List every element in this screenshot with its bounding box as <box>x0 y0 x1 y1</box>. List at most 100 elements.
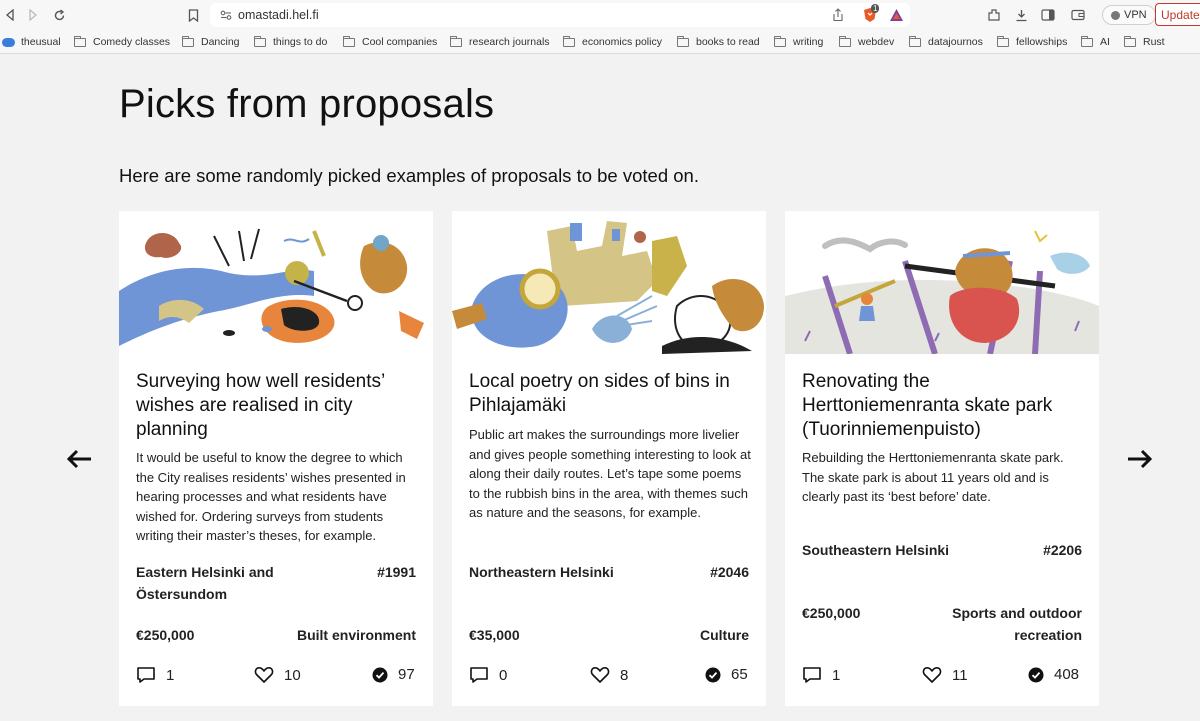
download-icon[interactable] <box>1012 6 1030 24</box>
vpn-status-icon <box>1111 10 1120 20</box>
bookmark-folder[interactable]: Rust <box>1124 35 1165 49</box>
bookmark-label: theusual <box>21 36 61 48</box>
url-text: omastadi.hel.fi <box>238 8 319 22</box>
proposal-card[interactable]: Renovating the Herttoniemenranta skate p… <box>785 211 1099 706</box>
votes-count: 65 <box>705 666 748 683</box>
bookmark-label: webdev <box>858 36 895 48</box>
shield-badge: 1 <box>871 4 880 13</box>
folder-icon <box>74 35 86 47</box>
comments-count[interactable]: 1 <box>802 666 840 684</box>
folder-icon <box>343 35 355 47</box>
bookmark-folder[interactable]: writing <box>774 35 823 49</box>
folder-icon <box>254 35 266 47</box>
votes-count: 408 <box>1028 666 1079 683</box>
proposal-theme: Sports and outdoor recreation <box>952 605 1082 643</box>
bookmark-label: datajournos <box>928 36 983 48</box>
proposal-illustration <box>119 211 433 354</box>
bookmark-folder[interactable]: books to read <box>677 35 760 49</box>
votes-value: 408 <box>1054 666 1080 683</box>
heart-icon <box>254 667 274 683</box>
bookmark-label: AI <box>1100 36 1110 48</box>
proposal-title[interactable]: Renovating the Herttoniemenranta skate p… <box>802 370 1087 442</box>
proposal-card[interactable]: Surveying how well residents’ wishes are… <box>119 211 433 706</box>
next-arrow-button[interactable] <box>1124 444 1154 474</box>
bookmark-folder[interactable]: fellowships <box>997 35 1067 49</box>
folder-icon <box>997 35 1009 47</box>
bookmark-folder[interactable]: things to do <box>254 35 327 49</box>
bookmark-folder[interactable]: Comedy classes <box>74 35 170 49</box>
wallet-icon[interactable] <box>1069 6 1087 24</box>
folder-icon <box>909 35 921 47</box>
extensions-icon[interactable] <box>985 6 1003 24</box>
forward-icon[interactable] <box>24 6 42 24</box>
comments-count[interactable]: 0 <box>469 666 507 684</box>
bookmark-folder[interactable]: Dancing <box>182 35 240 49</box>
proposal-stats: 1 10 97 <box>119 666 433 688</box>
bookmark-folder[interactable]: AI <box>1081 35 1110 49</box>
likes-count[interactable]: 8 <box>590 666 628 684</box>
proposal-title[interactable]: Surveying how well residents’ wishes are… <box>136 370 421 442</box>
brave-shield-icon[interactable]: 1 <box>862 4 880 23</box>
heart-icon <box>922 667 942 683</box>
votes-value: 65 <box>731 666 748 683</box>
comments-count[interactable]: 1 <box>136 666 174 684</box>
previous-arrow-button[interactable] <box>65 444 95 474</box>
bookmark-folder[interactable]: Cool companies <box>343 35 437 49</box>
bookmark-label: things to do <box>273 36 328 48</box>
proposal-illustration <box>785 211 1099 354</box>
proposal-title[interactable]: Local poetry on sides of bins in Pihlaja… <box>469 370 754 418</box>
bookmarks-bar: theusual Comedy classes Dancing things t… <box>0 30 1200 54</box>
proposal-district: Eastern Helsinki and Östersundom <box>136 564 274 602</box>
folder-icon <box>182 35 194 47</box>
folder-icon <box>677 35 689 47</box>
bookmark-label: economics policy <box>582 36 662 48</box>
bookmark-label: Cool companies <box>362 36 438 48</box>
likes-count[interactable]: 11 <box>922 666 968 684</box>
proposal-illustration <box>452 211 766 354</box>
cloud-icon <box>2 37 15 47</box>
likes-count[interactable]: 10 <box>254 666 301 684</box>
sidebar-icon[interactable] <box>1039 6 1057 24</box>
arrow-left-icon <box>66 449 91 469</box>
check-circle-icon <box>1028 667 1044 682</box>
bookmark-label: research journals <box>469 36 550 48</box>
page-title: Picks from proposals <box>119 82 495 126</box>
proposal-budget: €250,000 <box>802 605 861 621</box>
proposal-district: Southeastern Helsinki <box>802 542 950 558</box>
check-circle-icon <box>705 667 721 682</box>
bookmark-folder[interactable]: research journals <box>450 35 550 49</box>
votes-count: 97 <box>372 666 415 683</box>
brave-rewards-icon[interactable] <box>889 8 904 22</box>
folder-icon <box>1081 35 1093 47</box>
likes-value: 8 <box>620 666 629 684</box>
proposal-card[interactable]: Local poetry on sides of bins in Pihlaja… <box>452 211 766 706</box>
bookmark-label: Comedy classes <box>93 36 171 48</box>
back-icon[interactable] <box>1 6 19 24</box>
proposal-number: #1991 <box>377 564 416 580</box>
bookmark-item[interactable]: theusual <box>2 35 61 49</box>
proposal-number: #2046 <box>710 564 749 580</box>
site-settings-icon[interactable] <box>220 9 232 21</box>
page-intro: Here are some randomly picked examples o… <box>119 165 699 186</box>
vpn-button[interactable]: VPN <box>1102 5 1156 25</box>
bookmark-folder[interactable]: webdev <box>839 35 894 49</box>
address-bar[interactable]: omastadi.hel.fi 1 <box>210 3 910 27</box>
proposal-description: Public art makes the surroundings more l… <box>469 427 751 521</box>
bookmark-folder[interactable]: datajournos <box>909 35 983 49</box>
update-button[interactable]: Update <box>1155 3 1200 26</box>
arrow-right-icon <box>1128 449 1153 469</box>
comment-icon <box>137 667 155 683</box>
bookmark-page-icon[interactable] <box>184 6 202 24</box>
proposal-number: #2206 <box>1043 542 1082 558</box>
proposal-theme: Culture <box>700 627 749 643</box>
comment-icon <box>470 667 488 683</box>
proposal-budget: €250,000 <box>136 627 195 643</box>
share-icon[interactable] <box>832 8 844 22</box>
reload-icon[interactable] <box>50 6 68 24</box>
votes-value: 97 <box>398 666 415 683</box>
folder-icon <box>839 35 851 47</box>
bookmark-folder[interactable]: economics policy <box>563 35 662 49</box>
proposal-theme: Built environment <box>296 627 416 643</box>
comments-value: 1 <box>166 666 175 684</box>
folder-icon <box>563 35 575 47</box>
